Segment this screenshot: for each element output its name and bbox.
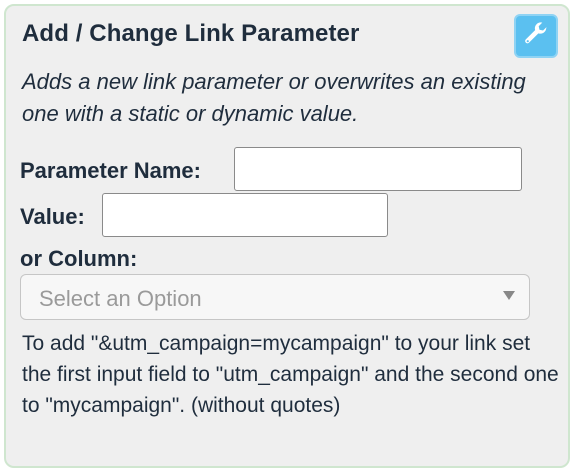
settings-button[interactable] [514, 14, 558, 58]
panel-title: Add / Change Link Parameter [22, 20, 360, 47]
column-label: or Column: [20, 246, 138, 271]
panel-description: Adds a new link parameter or overwrites … [22, 69, 526, 126]
column-select-placeholder: Select an Option [39, 286, 202, 311]
parameter-name-input[interactable] [234, 147, 522, 191]
value-input[interactable] [102, 193, 388, 237]
value-label: Value: [20, 204, 85, 229]
wrench-icon [523, 21, 549, 52]
parameter-name-label: Parameter Name: [20, 158, 201, 183]
link-parameter-panel: Add / Change Link Parameter Adds a new l… [4, 4, 570, 468]
column-select[interactable]: Select an Option [20, 274, 530, 320]
triangle-down-icon [503, 291, 515, 300]
help-text: To add "&utm_campaign=mycampaign" to you… [22, 332, 559, 417]
